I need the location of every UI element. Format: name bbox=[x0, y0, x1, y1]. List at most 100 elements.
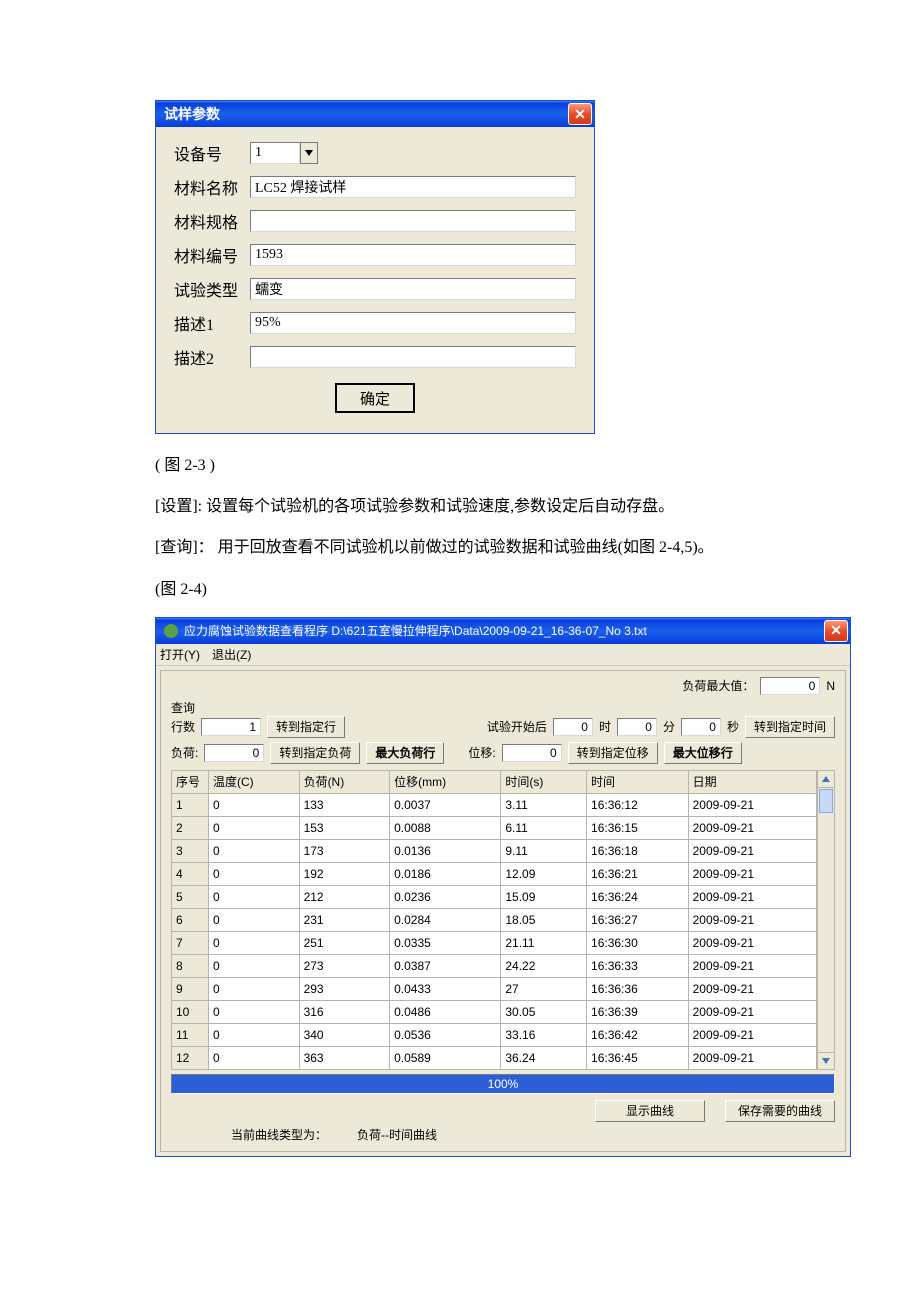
text-input[interactable] bbox=[250, 210, 576, 232]
table-cell: 0.0186 bbox=[390, 862, 501, 885]
table-cell: 0 bbox=[209, 908, 300, 931]
text-input[interactable]: 95% bbox=[250, 312, 576, 334]
text-input[interactable] bbox=[250, 346, 576, 368]
table-cell: 0 bbox=[209, 1000, 300, 1023]
table-cell: 2009-09-21 bbox=[688, 885, 816, 908]
maxload-value: 0 bbox=[760, 677, 820, 695]
table-cell: 2009-09-21 bbox=[688, 1046, 816, 1069]
table-cell: 0.0236 bbox=[390, 885, 501, 908]
table-cell: 363 bbox=[299, 1046, 390, 1069]
text-input[interactable]: LC52 焊接试样 bbox=[250, 176, 576, 198]
table-cell: 0.0486 bbox=[390, 1000, 501, 1023]
table-cell: 16:36:36 bbox=[587, 977, 689, 1000]
table-cell: 0 bbox=[209, 1023, 300, 1046]
rows-label: 行数 bbox=[171, 718, 195, 735]
table-row[interactable]: 1103400.053633.1616:36:422009-09-21 bbox=[172, 1023, 817, 1046]
goto-row-button[interactable]: 转到指定行 bbox=[267, 716, 345, 738]
table-cell: 231 bbox=[299, 908, 390, 931]
menu-exit[interactable]: 退出(Z) bbox=[212, 646, 251, 663]
form-row: 试验类型蠕变 bbox=[174, 277, 576, 301]
max-disp-row-button[interactable]: 最大位移行 bbox=[664, 742, 742, 764]
table-cell: 0.0088 bbox=[390, 816, 501, 839]
max-load-row-button[interactable]: 最大负荷行 bbox=[366, 742, 444, 764]
table-row[interactable]: 1203630.058936.2416:36:452009-09-21 bbox=[172, 1046, 817, 1069]
form-row: 材料编号1593 bbox=[174, 243, 576, 267]
status-value: 负荷--时间曲线 bbox=[357, 1126, 437, 1143]
table-cell: 0 bbox=[209, 977, 300, 1000]
scroll-down-icon[interactable] bbox=[818, 1052, 834, 1069]
table-cell: 340 bbox=[299, 1023, 390, 1046]
table-row[interactable]: 401920.018612.0916:36:212009-09-21 bbox=[172, 862, 817, 885]
table-cell: 5 bbox=[172, 885, 209, 908]
dialog-title: 试样参数 bbox=[164, 104, 220, 124]
start-seconds[interactable]: 0 bbox=[681, 718, 721, 736]
disp-label: 位移: bbox=[468, 744, 495, 761]
column-header: 温度(C) bbox=[209, 770, 300, 793]
table-cell: 0.0284 bbox=[390, 908, 501, 931]
table-cell: 16:36:15 bbox=[587, 816, 689, 839]
table-cell: 2009-09-21 bbox=[688, 1000, 816, 1023]
goto-time-button[interactable]: 转到指定时间 bbox=[745, 716, 835, 738]
device-value: 1 bbox=[250, 142, 300, 164]
table-cell: 2009-09-21 bbox=[688, 908, 816, 931]
close-icon[interactable]: ✕ bbox=[568, 103, 592, 125]
device-combo[interactable]: 1 bbox=[250, 142, 318, 164]
scroll-up-icon[interactable] bbox=[818, 771, 834, 788]
table-cell: 293 bbox=[299, 977, 390, 1000]
table-row[interactable]: 101330.00373.1116:36:122009-09-21 bbox=[172, 793, 817, 816]
menu-bar: 打开(Y) 退出(Z) bbox=[156, 644, 850, 666]
table-row[interactable]: 502120.023615.0916:36:242009-09-21 bbox=[172, 885, 817, 908]
rows-value[interactable]: 1 bbox=[201, 718, 261, 736]
table-cell: 6 bbox=[172, 908, 209, 931]
table-cell: 212 bbox=[299, 885, 390, 908]
table-row[interactable]: 301730.01369.1116:36:182009-09-21 bbox=[172, 839, 817, 862]
table-cell: 16:36:33 bbox=[587, 954, 689, 977]
goto-disp-button[interactable]: 转到指定位移 bbox=[568, 742, 658, 764]
disp-value[interactable]: 0 bbox=[502, 744, 562, 762]
table-cell: 0.0037 bbox=[390, 793, 501, 816]
load-value[interactable]: 0 bbox=[204, 744, 264, 762]
progress-bar: 100% bbox=[171, 1074, 835, 1094]
start-minutes[interactable]: 0 bbox=[617, 718, 657, 736]
scroll-thumb[interactable] bbox=[819, 789, 833, 813]
table-row[interactable]: 702510.033521.1116:36:302009-09-21 bbox=[172, 931, 817, 954]
form-row: 描述195% bbox=[174, 311, 576, 335]
goto-load-button[interactable]: 转到指定负荷 bbox=[270, 742, 360, 764]
table-cell: 10 bbox=[172, 1000, 209, 1023]
data-viewer-window: 应力腐蚀试验数据查看程序 D:\621五室慢拉伸程序\Data\2009-09-… bbox=[155, 617, 851, 1157]
text-input[interactable]: 1593 bbox=[250, 244, 576, 266]
table-cell: 9 bbox=[172, 977, 209, 1000]
table-row[interactable]: 602310.028418.0516:36:272009-09-21 bbox=[172, 908, 817, 931]
text-input[interactable]: 蠕变 bbox=[250, 278, 576, 300]
table-cell: 2009-09-21 bbox=[688, 862, 816, 885]
table-cell: 0.0387 bbox=[390, 954, 501, 977]
table-cell: 16:36:24 bbox=[587, 885, 689, 908]
show-curve-button[interactable]: 显示曲线 bbox=[595, 1100, 705, 1122]
dropdown-icon[interactable] bbox=[300, 142, 318, 164]
table-cell: 2009-09-21 bbox=[688, 1023, 816, 1046]
ok-button[interactable]: 确定 bbox=[335, 383, 415, 413]
table-row[interactable]: 902930.04332716:36:362009-09-21 bbox=[172, 977, 817, 1000]
table-cell: 192 bbox=[299, 862, 390, 885]
table-cell: 11 bbox=[172, 1023, 209, 1046]
start-hours[interactable]: 0 bbox=[553, 718, 593, 736]
close-icon[interactable]: ✕ bbox=[824, 620, 848, 642]
table-row[interactable]: 802730.038724.2216:36:332009-09-21 bbox=[172, 954, 817, 977]
column-header: 位移(mm) bbox=[390, 770, 501, 793]
table-cell: 16:36:30 bbox=[587, 931, 689, 954]
table-cell: 24.22 bbox=[501, 954, 587, 977]
table-row[interactable]: 1003160.048630.0516:36:392009-09-21 bbox=[172, 1000, 817, 1023]
table-cell: 0 bbox=[209, 839, 300, 862]
table-cell: 2009-09-21 bbox=[688, 977, 816, 1000]
table-cell: 21.11 bbox=[501, 931, 587, 954]
table-cell: 316 bbox=[299, 1000, 390, 1023]
table-cell: 0.0335 bbox=[390, 931, 501, 954]
vertical-scrollbar[interactable] bbox=[817, 770, 835, 1070]
form-row: 描述2 bbox=[174, 345, 576, 369]
table-row[interactable]: 201530.00886.1116:36:152009-09-21 bbox=[172, 816, 817, 839]
column-header: 负荷(N) bbox=[299, 770, 390, 793]
table-cell: 0 bbox=[209, 816, 300, 839]
menu-open[interactable]: 打开(Y) bbox=[160, 646, 200, 663]
save-curve-button[interactable]: 保存需要的曲线 bbox=[725, 1100, 835, 1122]
device-label: 设备号 bbox=[174, 141, 242, 165]
